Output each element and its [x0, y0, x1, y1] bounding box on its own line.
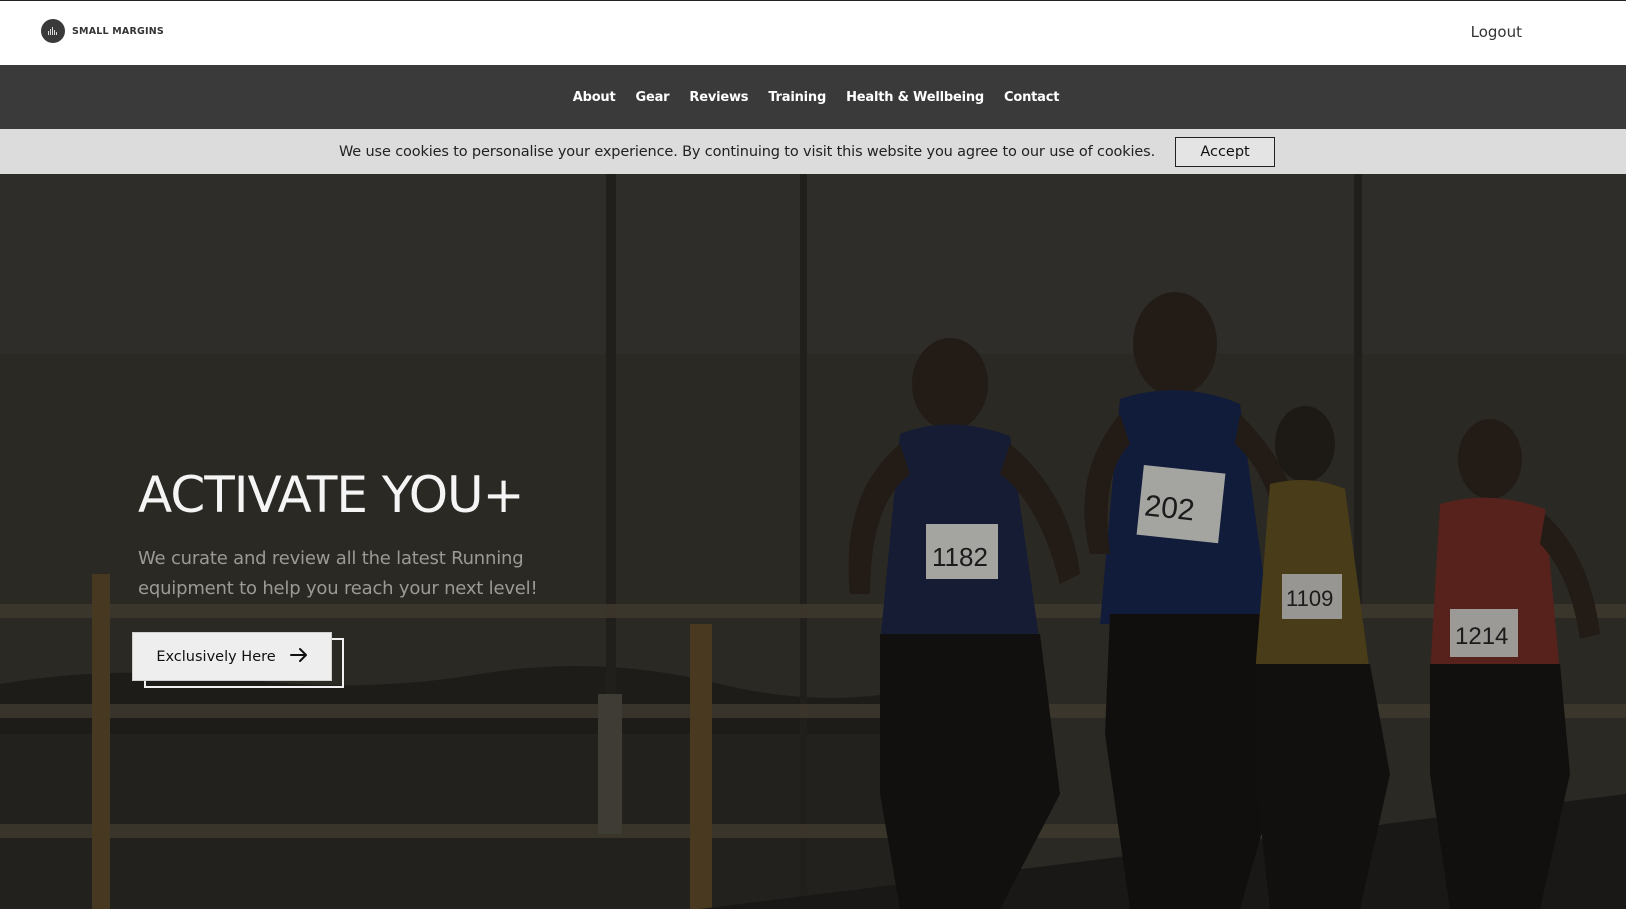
cta-wrapper: Exclusively Here [132, 632, 344, 688]
hero-section: 1182 202 1109 1214 ACTIVATE YOU+ We cura… [0, 174, 1626, 909]
nav-item-contact[interactable]: Contact [1004, 90, 1059, 105]
nav-item-gear[interactable]: Gear [636, 90, 670, 105]
accept-cookies-button[interactable]: Accept [1175, 136, 1276, 167]
hero-content: ACTIVATE YOU+ We curate and review all t… [132, 466, 558, 688]
logo-bars-icon [41, 19, 65, 43]
site-logo[interactable]: SMALL MARGINS [41, 19, 164, 43]
cookie-message: We use cookies to personalise your exper… [338, 143, 1156, 160]
logout-link[interactable]: Logout [1471, 23, 1522, 41]
nav-item-reviews[interactable]: Reviews [689, 90, 748, 105]
nav-list: About Gear Reviews Training Health & Wel… [573, 90, 1060, 105]
nav-item-training[interactable]: Training [768, 90, 826, 105]
arrow-right-icon [289, 647, 308, 667]
main-nav: About Gear Reviews Training Health & Wel… [0, 65, 1626, 129]
cta-label: Exclusively Here [156, 648, 276, 665]
nav-item-about[interactable]: About [573, 90, 616, 105]
cookie-banner: We use cookies to personalise your exper… [0, 129, 1626, 174]
hero-subtitle: We curate and review all the latest Runn… [138, 548, 538, 599]
nav-item-health-wellbeing[interactable]: Health & Wellbeing [846, 90, 984, 105]
logo-text: SMALL MARGINS [72, 25, 164, 37]
exclusively-here-button[interactable]: Exclusively Here [132, 632, 332, 681]
site-header: SMALL MARGINS Logout [0, 0, 1626, 65]
hero-title: ACTIVATE YOU+ [138, 466, 525, 524]
